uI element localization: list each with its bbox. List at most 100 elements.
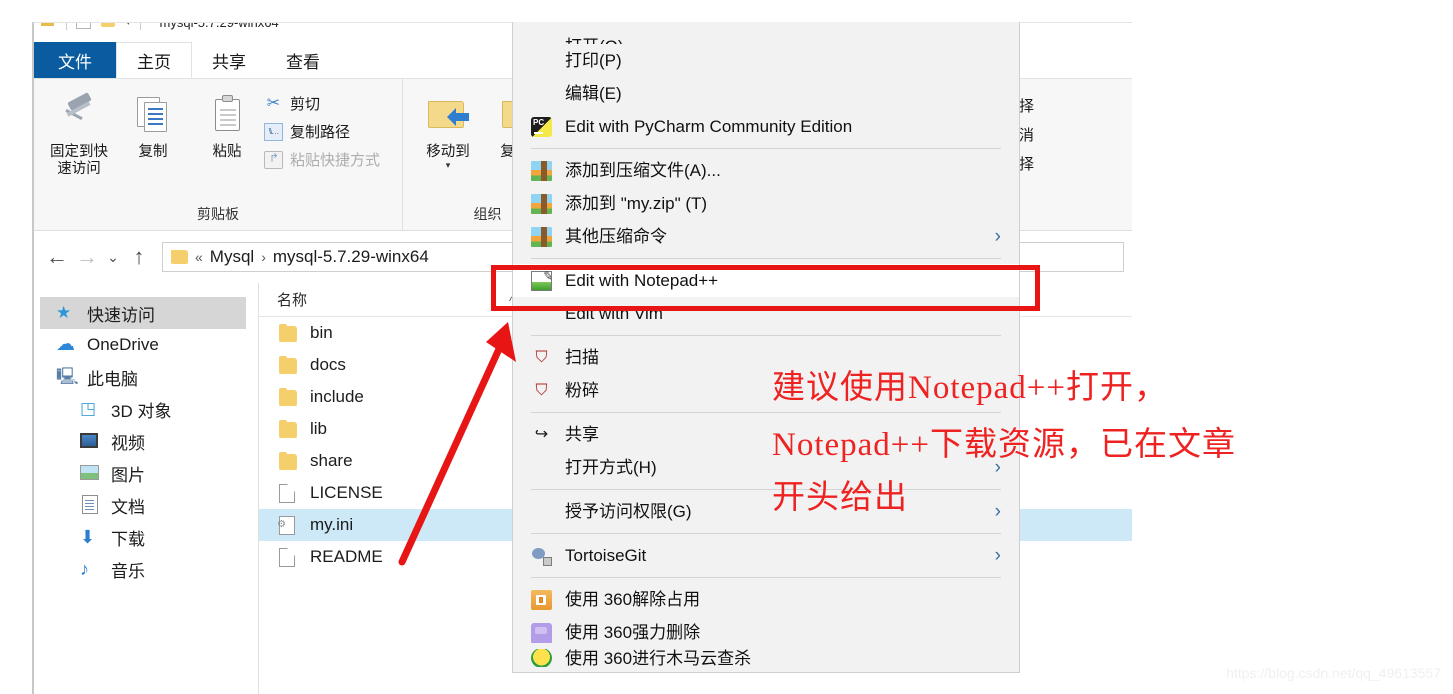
pin-icon bbox=[55, 91, 103, 139]
cut-button[interactable]: ✂ 剪切 bbox=[264, 93, 380, 114]
sidebar-item-onedrive[interactable]: ☁ OneDrive bbox=[34, 329, 258, 361]
360-delete-icon bbox=[531, 622, 552, 643]
chevron-right-icon: › bbox=[994, 225, 1001, 247]
ribbon-group-clipboard: 固定到快 速访问 复制 粘贴 ✂ 剪切 \\… 复制路径 ↱ 粘贴快捷方式 剪贴… bbox=[34, 79, 402, 230]
blank-icon-slot bbox=[531, 24, 552, 44]
tortoisegit-icon bbox=[531, 546, 552, 566]
sidebar-item-music[interactable]: ♪ 音乐 bbox=[34, 553, 258, 585]
pictures-icon bbox=[80, 463, 102, 483]
sidebar-label-onedrive: OneDrive bbox=[87, 335, 159, 354]
pin-to-quick-access-button[interactable]: 固定到快 速访问 bbox=[42, 85, 116, 178]
breadcrumb-mysql[interactable]: Mysql bbox=[210, 247, 254, 267]
menu-item-edit-with-notepadpp[interactable]: Edit with Notepad++ bbox=[513, 264, 1019, 297]
menu-item-edit[interactable]: 编辑(E) bbox=[513, 77, 1019, 110]
forward-button[interactable]: → bbox=[72, 242, 102, 272]
copy-button[interactable]: 复制 bbox=[116, 85, 190, 161]
paste-button[interactable]: 粘贴 bbox=[190, 85, 264, 161]
qat-new-folder-icon[interactable] bbox=[100, 23, 117, 30]
notepadpp-icon bbox=[531, 270, 552, 291]
paste-shortcut-button[interactable]: 粘贴快捷方式 bbox=[264, 149, 380, 170]
cloud-icon: ☁ bbox=[56, 334, 75, 355]
clipboard-group-label: 剪贴板 bbox=[197, 206, 239, 222]
blank-icon-slot bbox=[531, 458, 552, 478]
menu-item-tortoisegit[interactable]: TortoiseGit › bbox=[513, 539, 1019, 572]
360-scan-icon bbox=[531, 649, 552, 667]
file-name: share bbox=[310, 451, 353, 470]
menu-item-360-unlock[interactable]: 使用 360解除占用 bbox=[513, 583, 1019, 616]
menu-item-add-to-archive[interactable]: 添加到压缩文件(A)... bbox=[513, 154, 1019, 187]
menu-item-360-force-delete[interactable]: 使用 360强力删除 bbox=[513, 616, 1019, 649]
paste-label: 粘贴 bbox=[212, 144, 242, 160]
sidebar-label-this-pc: 此电脑 bbox=[87, 369, 138, 389]
shield-icon: ⛉ bbox=[535, 348, 548, 366]
blank-icon-slot bbox=[531, 51, 552, 71]
sidebar-item-videos[interactable]: 视频 bbox=[34, 425, 258, 457]
menu-separator bbox=[531, 412, 1001, 413]
videos-icon bbox=[80, 431, 102, 451]
menu-separator bbox=[531, 577, 1001, 578]
menu-item-other-archive-commands[interactable]: 其他压缩命令 › bbox=[513, 220, 1019, 253]
qat-properties-icon[interactable] bbox=[76, 23, 91, 29]
copy-label: 复制 bbox=[138, 144, 168, 160]
tab-share[interactable]: 共享 bbox=[192, 42, 266, 78]
annotation-line-2: Notepad++下载资源，已在文章 bbox=[772, 427, 1237, 463]
file-icon bbox=[279, 547, 299, 567]
breadcrumb-current[interactable]: mysql-5.7.29-winx64 bbox=[273, 247, 429, 267]
chevron-right-icon: › bbox=[994, 544, 1001, 566]
winrar-icon bbox=[531, 193, 552, 214]
3d-objects-icon: ◳ bbox=[80, 399, 97, 418]
menu-separator bbox=[531, 489, 1001, 490]
paste-shortcut-label: 粘贴快捷方式 bbox=[290, 152, 381, 169]
folder-icon bbox=[279, 419, 299, 439]
documents-icon bbox=[80, 495, 102, 515]
column-header-name-label: 名称 bbox=[277, 292, 308, 309]
back-button[interactable]: ← bbox=[42, 242, 72, 272]
move-to-caret-icon[interactable]: ▾ bbox=[446, 160, 451, 171]
navigation-pane: ★ 快速访问 ☁ OneDrive 🖳 此电脑 ◳ 3D 对象 视频 图片 文档… bbox=[34, 283, 258, 694]
sidebar-item-pictures[interactable]: 图片 bbox=[34, 457, 258, 489]
menu-item-grant-access[interactable]: 授予访问权限(G) › bbox=[513, 495, 1019, 528]
copy-icon bbox=[129, 91, 177, 139]
scissors-icon: ✂ bbox=[266, 94, 281, 112]
qat-back-icon[interactable] bbox=[40, 23, 57, 30]
tab-view[interactable]: 查看 bbox=[266, 42, 340, 78]
cut-label: 剪切 bbox=[290, 96, 321, 113]
menu-item-edit-with-pycharm[interactable]: Edit with PyCharm Community Edition bbox=[513, 110, 1019, 143]
breadcrumb-overflow[interactable]: « bbox=[195, 249, 203, 265]
move-to-icon bbox=[424, 91, 472, 139]
file-name: docs bbox=[310, 355, 346, 374]
menu-item-print[interactable]: 打印(P) bbox=[513, 44, 1019, 77]
menu-separator bbox=[531, 335, 1001, 336]
menu-label-open-with: 打开方式(H) bbox=[565, 458, 657, 477]
menu-label-360-cloud-scan: 使用 360进行木马云查杀 bbox=[565, 649, 752, 667]
menu-item-open[interactable]: 打开(O) bbox=[513, 22, 1019, 44]
breadcrumb-separator: › bbox=[261, 249, 266, 265]
file-name: my.ini bbox=[310, 515, 354, 534]
paste-clipboard-icon bbox=[203, 91, 251, 139]
sidebar-label-downloads: 下载 bbox=[111, 529, 145, 549]
sidebar-item-quick-access[interactable]: ★ 快速访问 bbox=[40, 297, 246, 329]
qat-divider-2 bbox=[139, 23, 141, 30]
menu-item-add-to-myzip[interactable]: 添加到 "my.zip" (T) bbox=[513, 187, 1019, 220]
menu-item-360-cloud-scan[interactable]: 使用 360进行木马云查杀 bbox=[513, 649, 1019, 667]
sidebar-item-this-pc[interactable]: 🖳 此电脑 bbox=[34, 361, 258, 393]
folder-icon bbox=[279, 323, 299, 343]
recent-locations-button[interactable]: ⌄ bbox=[102, 242, 124, 272]
menu-item-edit-with-vim[interactable]: Edit with Vim bbox=[513, 297, 1019, 330]
tab-file[interactable]: 文件 bbox=[34, 42, 116, 78]
move-to-button[interactable]: 移动到 ▾ bbox=[411, 85, 485, 171]
music-icon: ♪ bbox=[80, 559, 89, 579]
sidebar-label-videos: 视频 bbox=[111, 433, 145, 453]
sidebar-item-downloads[interactable]: ⬇ 下载 bbox=[34, 521, 258, 553]
copy-path-button[interactable]: \\… 复制路径 bbox=[264, 121, 380, 142]
qat-customize-caret-icon[interactable]: ▾ bbox=[126, 23, 131, 28]
watermark: https://blog.csdn.net/qq_49613557 bbox=[1226, 665, 1441, 681]
up-button[interactable]: ↑ bbox=[124, 242, 154, 272]
sidebar-item-documents[interactable]: 文档 bbox=[34, 489, 258, 521]
paste-shortcut-icon bbox=[264, 150, 283, 169]
tab-home[interactable]: 主页 bbox=[116, 42, 192, 78]
menu-separator bbox=[531, 533, 1001, 534]
menu-label-add-to-myzip: 添加到 "my.zip" (T) bbox=[565, 194, 708, 213]
sidebar-item-3d-objects[interactable]: ◳ 3D 对象 bbox=[34, 393, 258, 425]
menu-separator bbox=[531, 148, 1001, 149]
